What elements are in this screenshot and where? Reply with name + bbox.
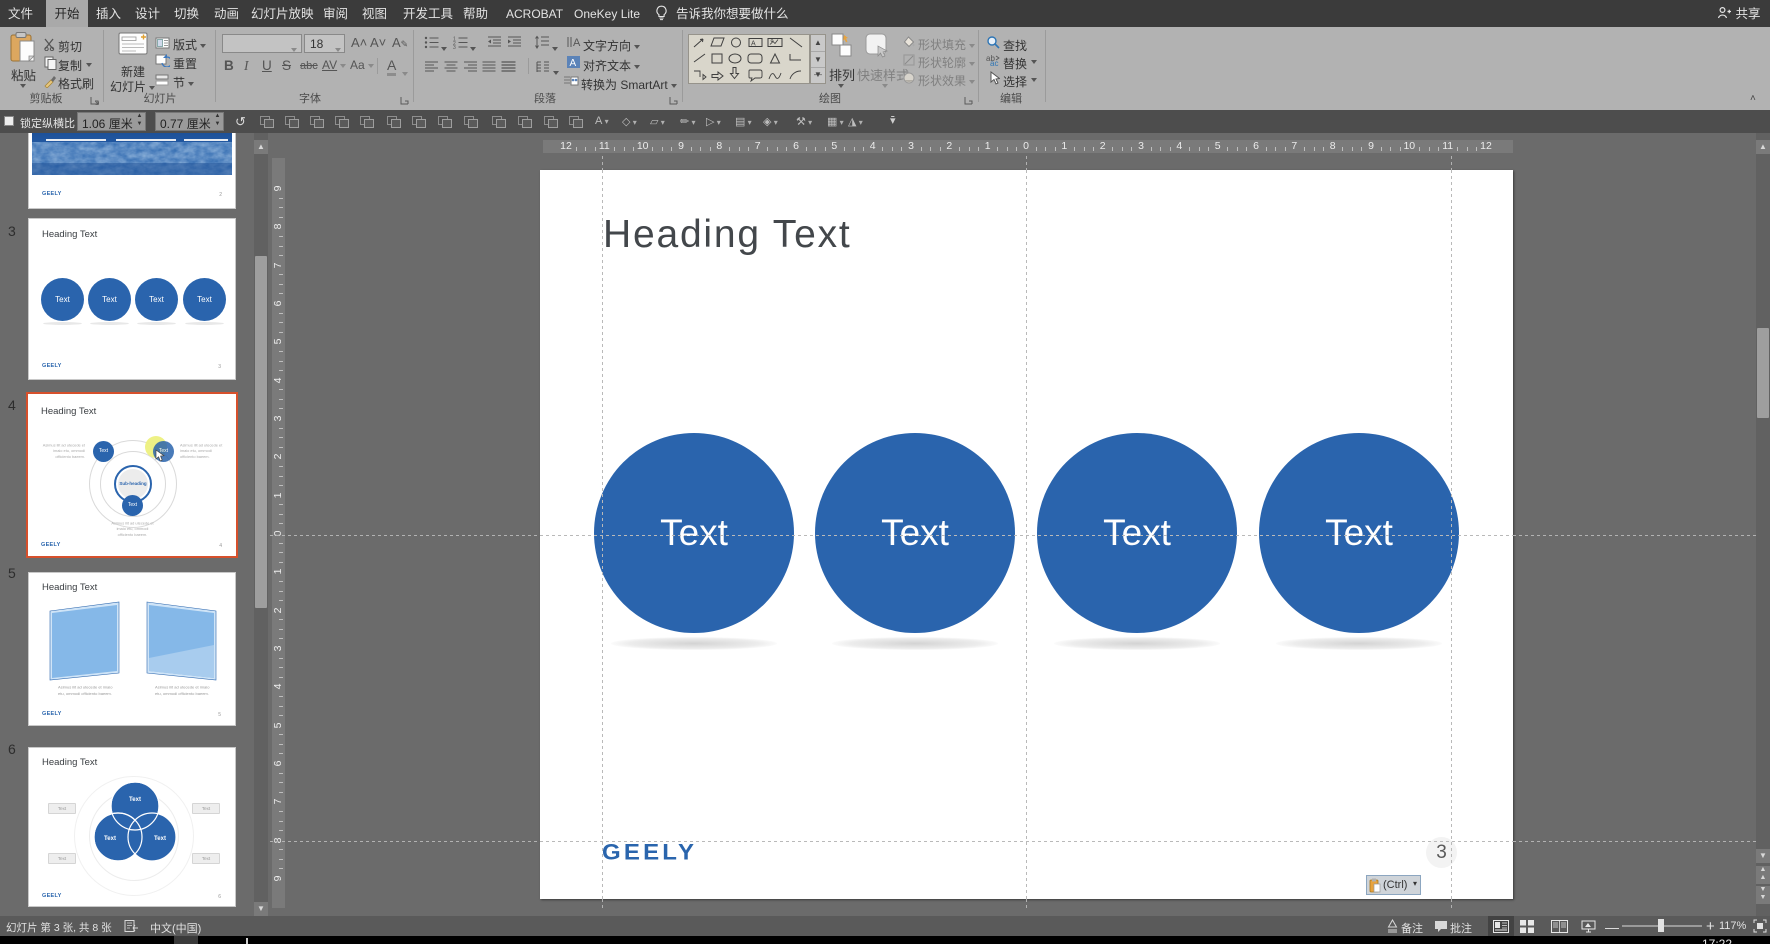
svg-text:A: A: [570, 58, 577, 69]
svg-text:Text: Text: [104, 836, 116, 842]
svg-text:ac: ac: [990, 59, 998, 67]
svg-text:Text: Text: [129, 797, 141, 803]
svg-text:3: 3: [453, 45, 456, 49]
svg-text:Text: Text: [154, 836, 166, 842]
svg-text:A: A: [751, 41, 756, 48]
svg-text:A: A: [573, 37, 581, 49]
